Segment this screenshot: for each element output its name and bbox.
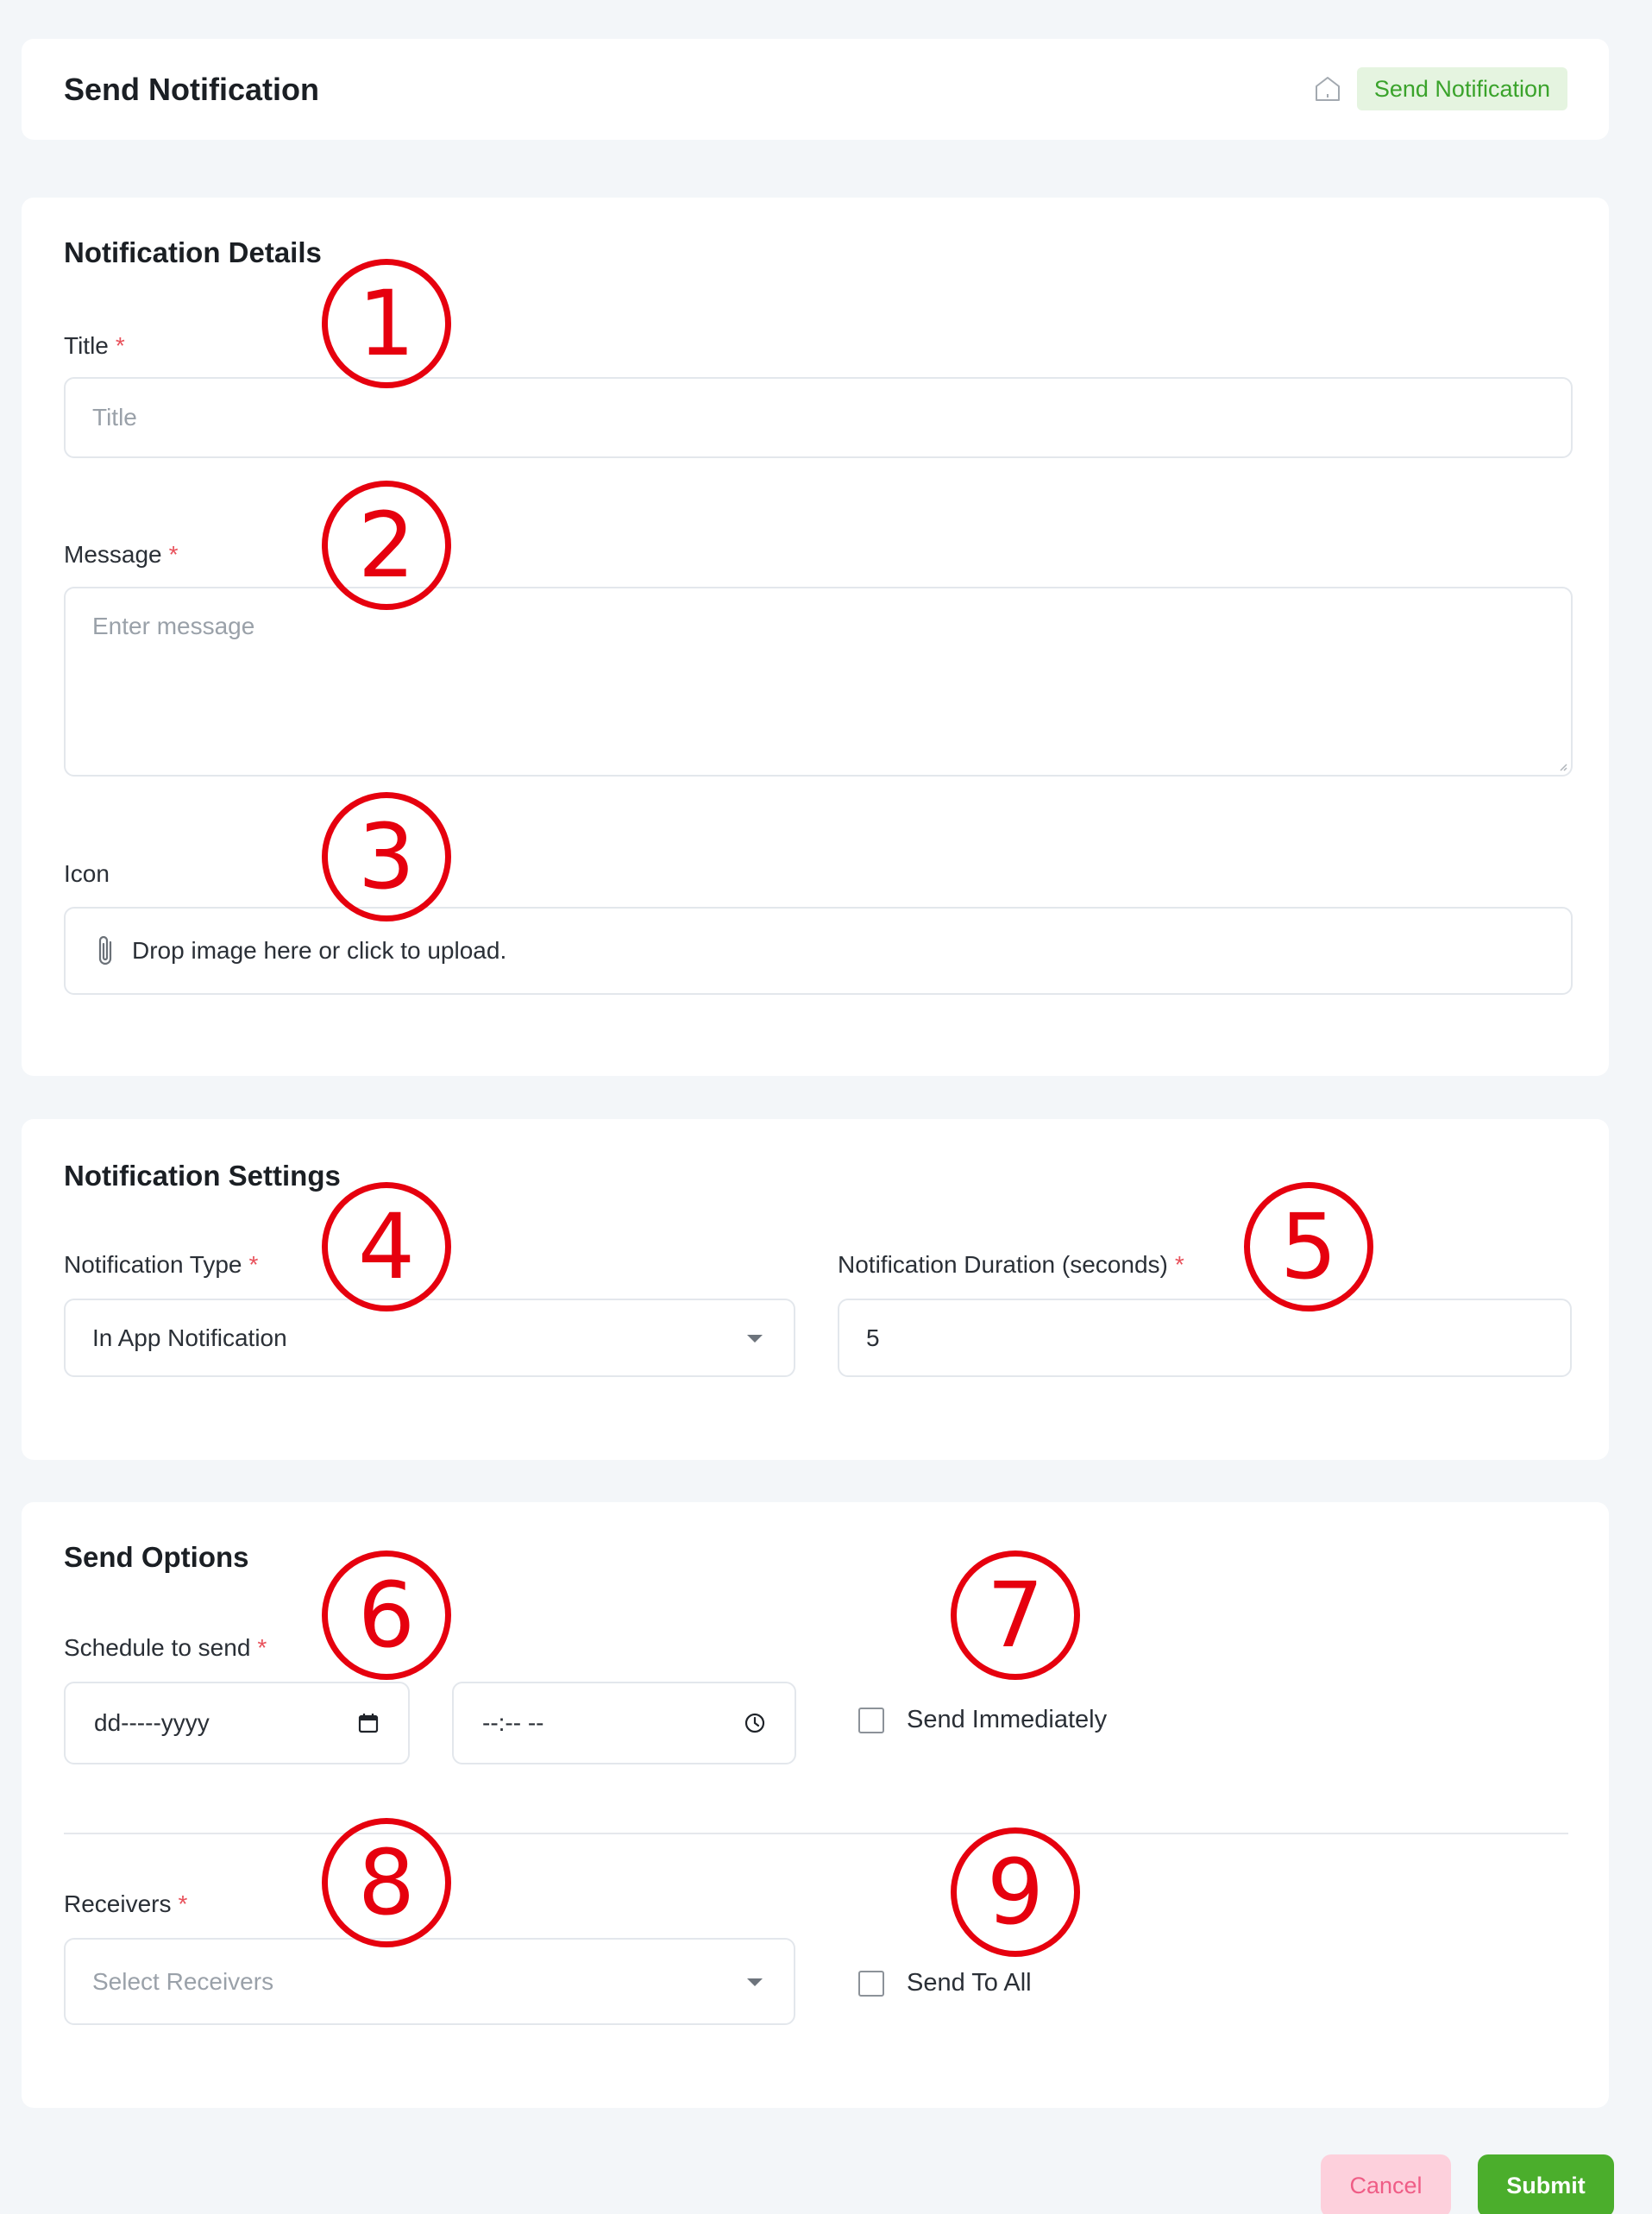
paperclip-icon [98, 935, 112, 965]
send-notification-page: Send Notification Send Notification Noti… [0, 0, 1652, 2214]
send-to-all-option[interactable]: Send To All [858, 1969, 1032, 1997]
cancel-button[interactable]: Cancel [1321, 2154, 1451, 2214]
annotation-marker-5: 5 [1244, 1182, 1373, 1311]
message-placeholder: Enter message [92, 613, 255, 639]
section-title-send-options: Send Options [64, 1541, 249, 1573]
section-title-settings: Notification Settings [64, 1160, 341, 1192]
notification-type-label: Notification Type * [64, 1251, 259, 1278]
notification-details-card: Notification Details Title * Title Messag… [22, 198, 1609, 1076]
receivers-placeholder: Select Receivers [92, 1967, 274, 1995]
duration-label: Notification Duration (seconds) * [838, 1251, 1184, 1278]
page-title: Send Notification [64, 71, 319, 107]
receivers-select[interactable]: Select Receivers [64, 1938, 795, 2025]
annotation-marker-4: 4 [322, 1182, 451, 1311]
notification-type-value: In App Notification [92, 1324, 287, 1351]
duration-input[interactable]: 5 [838, 1299, 1572, 1377]
upload-instruction: Drop image here or click to upload. [132, 937, 507, 964]
notification-settings-card: Notification Settings Notification Type *… [22, 1119, 1609, 1460]
required-mark: * [178, 1890, 188, 1917]
send-to-all-checkbox[interactable] [858, 1970, 884, 1997]
calendar-icon[interactable] [357, 1712, 380, 1734]
send-immediately-label: Send Immediately [907, 1706, 1108, 1733]
notification-type-select[interactable]: In App Notification [64, 1299, 795, 1377]
date-placeholder: dd-----yyyy [94, 1709, 210, 1736]
message-label: Message * [64, 541, 179, 568]
send-options-card: Send Options Schedule to send * dd-----yy… [22, 1502, 1609, 2108]
schedule-date-input[interactable]: dd-----yyyy [64, 1682, 410, 1764]
receivers-label: Receivers * [64, 1890, 188, 1917]
schedule-time-input[interactable]: --:-- -- [452, 1682, 796, 1764]
section-divider [64, 1833, 1568, 1834]
send-to-all-label: Send To All [907, 1969, 1032, 1997]
required-mark: * [115, 332, 125, 359]
chevron-down-icon [747, 1978, 763, 1986]
annotation-marker-6: 6 [322, 1550, 451, 1680]
page-header: Send Notification Send Notification [22, 39, 1609, 140]
section-title-details: Notification Details [64, 236, 322, 268]
submit-button[interactable]: Submit [1478, 2154, 1614, 2214]
icon-upload-dropzone[interactable]: Drop image here or click to upload. [64, 907, 1573, 995]
home-icon[interactable] [1312, 73, 1343, 104]
title-label: Title * [64, 332, 125, 359]
required-mark: * [257, 1634, 267, 1661]
title-placeholder: Title [92, 404, 137, 431]
message-textarea[interactable]: Enter message [64, 587, 1573, 777]
chevron-down-icon [747, 1334, 763, 1343]
send-immediately-checkbox[interactable] [858, 1707, 884, 1733]
clock-icon[interactable] [744, 1712, 766, 1734]
required-mark: * [248, 1251, 259, 1278]
schedule-label: Schedule to send * [64, 1634, 267, 1661]
breadcrumb: Send Notification [1312, 67, 1567, 110]
annotation-marker-1: 1 [322, 259, 451, 388]
annotation-marker-9: 9 [951, 1827, 1080, 1957]
title-input[interactable]: Title [64, 377, 1573, 458]
duration-value: 5 [866, 1324, 880, 1351]
annotation-marker-2: 2 [322, 481, 451, 610]
annotation-marker-8: 8 [322, 1818, 451, 1947]
breadcrumb-current: Send Notification [1356, 67, 1567, 110]
time-placeholder: --:-- -- [482, 1709, 544, 1736]
annotation-marker-7: 7 [951, 1550, 1080, 1680]
send-immediately-option[interactable]: Send Immediately [858, 1706, 1107, 1734]
annotation-marker-3: 3 [322, 792, 451, 921]
required-mark: * [168, 541, 179, 568]
resize-grip-icon[interactable] [1559, 763, 1567, 771]
required-mark: * [1174, 1251, 1184, 1278]
icon-label: Icon [64, 860, 110, 887]
